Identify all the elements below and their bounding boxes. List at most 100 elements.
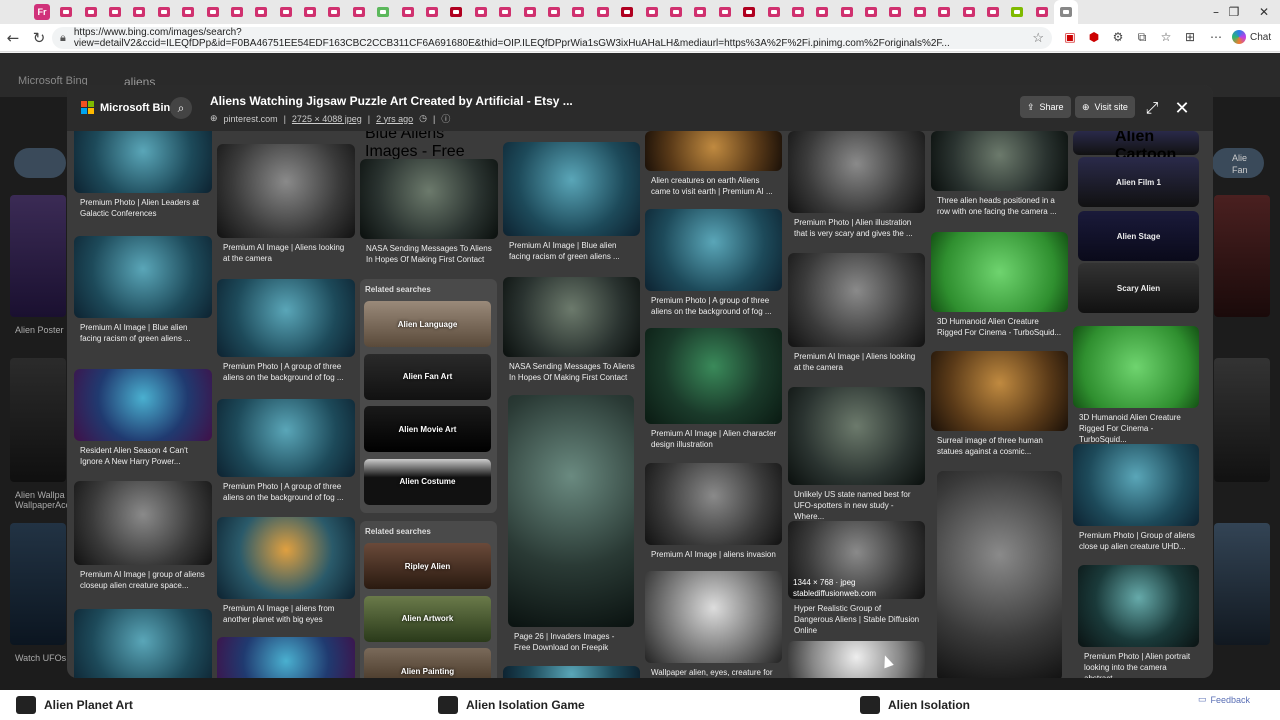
browser-tab[interactable]	[249, 0, 273, 24]
modal-logo[interactable]: Microsoft Bing	[81, 101, 177, 114]
background-thumb[interactable]	[1214, 358, 1270, 482]
more-menu-icon[interactable]: ⋯	[1206, 27, 1226, 47]
browser-tab[interactable]	[688, 0, 712, 24]
result-thumbnail[interactable]	[217, 279, 355, 357]
browser-tab[interactable]	[54, 0, 78, 24]
result-caption[interactable]: Wallpaper alien, eyes, creature for	[651, 667, 778, 678]
result-caption[interactable]: Premium AI Image | Aliens looking at the…	[794, 351, 921, 373]
background-thumb[interactable]	[10, 523, 66, 645]
browser-tab[interactable]	[639, 0, 663, 24]
result-caption[interactable]: 3D Humanoid Alien Creature Rigged For Ci…	[1079, 412, 1195, 445]
result-caption[interactable]: Premium Photo | Alien portrait looking i…	[1084, 651, 1195, 678]
source-domain[interactable]: pinterest.com	[224, 114, 278, 124]
result-thumbnail[interactable]	[788, 131, 925, 213]
favorites-icon[interactable]: ☆	[1156, 27, 1176, 47]
browser-tab[interactable]	[200, 0, 224, 24]
favorite-star-icon[interactable]: ☆	[1032, 30, 1044, 46]
related-search-item[interactable]: Alien Painting	[364, 648, 491, 678]
result-thumbnail[interactable]	[217, 399, 355, 477]
browser-tab[interactable]	[664, 0, 688, 24]
result-caption[interactable]: Premium Photo | A group of three aliens …	[223, 481, 351, 503]
browser-tab[interactable]	[493, 0, 517, 24]
result-caption[interactable]: Premium Photo | Group of aliens close up…	[1079, 530, 1195, 552]
refresh-button[interactable]: ↻	[26, 25, 52, 51]
collections-icon[interactable]: ⊞	[1180, 27, 1200, 47]
app-icon[interactable]: Fr	[34, 4, 50, 20]
result-caption[interactable]: Premium AI Image | Aliens looking at the…	[223, 242, 351, 264]
browser-tab[interactable]	[615, 0, 639, 24]
image-dimensions[interactable]: 2725 × 4088 jpeg	[292, 114, 362, 124]
browser-tab[interactable]	[883, 0, 907, 24]
result-caption[interactable]: Premium Photo | Alien illustration that …	[794, 217, 921, 239]
browser-tab[interactable]	[1054, 0, 1079, 24]
related-search-item[interactable]: Ripley Alien	[364, 543, 491, 589]
result-caption[interactable]: Page 26 | Invaders Images - Free Downloa…	[514, 631, 630, 653]
result-caption[interactable]: Premium Photo | A group of three aliens …	[223, 361, 351, 383]
browser-tab[interactable]	[932, 0, 956, 24]
result-thumbnail[interactable]	[508, 395, 634, 627]
result-thumbnail[interactable]	[74, 131, 212, 193]
result-caption[interactable]: Three alien heads positioned in a row wi…	[937, 195, 1064, 217]
result-thumbnail[interactable]	[645, 328, 782, 424]
result-thumbnail[interactable]	[503, 277, 640, 357]
bottom-related-item[interactable]: Alien Isolation	[860, 696, 970, 714]
result-caption[interactable]: Premium Photo | Alien Leaders at Galacti…	[80, 197, 208, 219]
browser-tab[interactable]	[956, 0, 980, 24]
result-caption[interactable]: NASA Sending Messages To Aliens In Hopes…	[509, 361, 636, 383]
result-thumbnail[interactable]	[937, 471, 1062, 678]
result-caption[interactable]: Unlikely US state named best for UFO-spo…	[794, 489, 921, 522]
related-search-item[interactable]: Alien Costume	[364, 458, 491, 505]
result-thumbnail[interactable]	[74, 609, 212, 678]
close-icon[interactable]: ✕	[1171, 97, 1193, 119]
browser-tab[interactable]	[1005, 0, 1029, 24]
browser-tab[interactable]	[420, 0, 444, 24]
result-caption[interactable]: Alien creatures on earth Aliens came to …	[651, 175, 778, 197]
result-thumbnail[interactable]	[931, 232, 1068, 312]
feedback-button[interactable]: ▭ Feedback	[1198, 694, 1250, 705]
related-search-item[interactable]: Alien Artwork	[364, 595, 491, 642]
background-thumb[interactable]	[10, 195, 66, 317]
browser-tab[interactable]	[127, 0, 151, 24]
browser-tab[interactable]	[395, 0, 419, 24]
result-thumbnail[interactable]	[360, 159, 498, 239]
background-chip-left[interactable]	[14, 148, 66, 178]
browser-tab[interactable]	[347, 0, 371, 24]
browser-tab[interactable]	[444, 0, 468, 24]
copilot-chat-button[interactable]: Chat	[1232, 27, 1276, 47]
result-thumbnail[interactable]	[217, 637, 355, 678]
browser-tab[interactable]	[737, 0, 761, 24]
extensions-icon[interactable]: ⚙	[1108, 27, 1128, 47]
result-thumbnail[interactable]	[1073, 326, 1199, 408]
browser-tab[interactable]	[786, 0, 810, 24]
result-thumbnail[interactable]	[503, 142, 640, 236]
result-caption[interactable]: NASA Sending Messages To Aliens In Hopes…	[366, 243, 494, 265]
browser-tab[interactable]	[713, 0, 737, 24]
result-thumbnail[interactable]	[788, 253, 925, 347]
browser-tab[interactable]	[225, 0, 249, 24]
browser-tab[interactable]	[274, 0, 298, 24]
browser-tab[interactable]	[152, 0, 176, 24]
result-thumbnail[interactable]	[788, 641, 925, 678]
browser-tab[interactable]	[566, 0, 590, 24]
result-caption[interactable]: Surreal image of three human statues aga…	[937, 435, 1064, 457]
result-thumbnail[interactable]	[645, 131, 782, 171]
result-thumbnail[interactable]	[503, 666, 640, 678]
result-caption[interactable]: Premium AI Image | Blue alien facing rac…	[509, 240, 636, 262]
browser-tab[interactable]	[761, 0, 785, 24]
url-field[interactable]: 🔒︎ https://www.bing.com/images/search?vi…	[52, 27, 1052, 49]
browser-tab[interactable]	[517, 0, 541, 24]
browser-tab[interactable]	[542, 0, 566, 24]
result-thumbnail[interactable]	[645, 571, 782, 663]
browser-tab[interactable]	[591, 0, 615, 24]
share-button[interactable]: ⇪ Share	[1020, 96, 1071, 118]
result-thumbnail[interactable]	[74, 236, 212, 318]
background-thumb[interactable]	[1214, 195, 1270, 317]
result-caption[interactable]: Premium AI Image | Alien character desig…	[651, 428, 778, 450]
visit-site-button[interactable]: ⊕ Visit site	[1075, 96, 1135, 118]
result-thumbnail[interactable]	[931, 351, 1068, 431]
browser-tab[interactable]	[298, 0, 322, 24]
split-screen-icon[interactable]: ⧉	[1132, 27, 1152, 47]
expand-icon[interactable]: ⤢	[1141, 97, 1163, 119]
browser-tab[interactable]	[810, 0, 834, 24]
browser-tab[interactable]	[469, 0, 493, 24]
